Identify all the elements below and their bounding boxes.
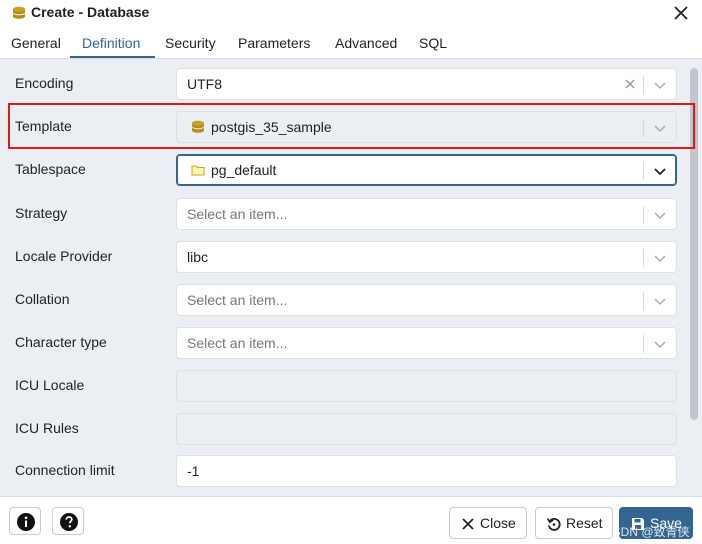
help-icon — [60, 513, 78, 531]
character-type-select[interactable]: Select an item... — [176, 327, 677, 359]
encoding-row: Encoding UTF8 — [0, 61, 690, 104]
locale-provider-label: Locale Provider — [15, 248, 113, 264]
dialog-footer: Close Reset Save — [0, 496, 702, 544]
select-separator — [643, 292, 644, 310]
chevron-down-icon[interactable] — [653, 251, 667, 265]
connection-limit-label: Connection limit — [15, 462, 115, 478]
folder-icon — [191, 165, 205, 176]
chevron-down-icon[interactable] — [653, 294, 667, 308]
close-button-label: Close — [480, 515, 516, 531]
chevron-down-icon[interactable] — [653, 164, 667, 178]
save-icon — [632, 518, 644, 530]
clear-icon[interactable] — [624, 78, 636, 90]
locale-provider-value: libc — [187, 249, 209, 265]
tab-general[interactable]: General — [11, 35, 61, 51]
collation-row: Collation Select an item... — [0, 277, 690, 320]
tablespace-row: Tablespace pg_default — [0, 147, 690, 190]
strategy-row: Strategy Select an item... — [0, 191, 690, 234]
select-separator — [643, 206, 644, 224]
database-icon — [192, 120, 204, 133]
database-icon — [13, 6, 25, 19]
encoding-value: UTF8 — [187, 76, 222, 92]
tab-definition[interactable]: Definition — [82, 35, 140, 51]
definition-panel: Encoding UTF8 Template postgis_35_sample — [0, 59, 690, 496]
tab-bar: General Definition Security Parameters A… — [0, 26, 702, 59]
save-button-label: Save — [650, 515, 682, 531]
close-button[interactable]: Close — [449, 507, 527, 539]
dialog-title: Create - Database — [31, 4, 150, 20]
select-separator — [643, 119, 644, 137]
encoding-select[interactable]: UTF8 — [176, 68, 677, 100]
icu-locale-label: ICU Locale — [15, 377, 85, 393]
strategy-select[interactable]: Select an item... — [176, 198, 677, 230]
icu-locale-input[interactable] — [176, 370, 677, 402]
strategy-placeholder: Select an item... — [187, 206, 288, 222]
character-type-placeholder: Select an item... — [187, 335, 288, 351]
reset-button[interactable]: Reset — [535, 507, 613, 539]
close-icon — [462, 518, 474, 530]
tab-security[interactable]: Security — [165, 35, 216, 51]
chevron-down-icon[interactable] — [653, 78, 667, 92]
collation-placeholder: Select an item... — [187, 292, 288, 308]
connection-limit-input[interactable]: -1 — [176, 455, 677, 487]
encoding-label: Encoding — [15, 75, 74, 91]
icu-rules-label: ICU Rules — [15, 420, 79, 436]
select-separator — [643, 76, 644, 94]
chevron-down-icon[interactable] — [653, 337, 667, 351]
reset-button-label: Reset — [566, 515, 603, 531]
strategy-label: Strategy — [15, 205, 68, 221]
template-row: Template postgis_35_sample — [0, 104, 690, 147]
icu-locale-row: ICU Locale — [0, 363, 690, 406]
tablespace-label: Tablespace — [15, 161, 86, 177]
icu-rules-row: ICU Rules — [0, 406, 690, 449]
locale-provider-select[interactable]: libc — [176, 241, 677, 273]
tablespace-value: pg_default — [211, 162, 277, 178]
select-separator — [643, 335, 644, 353]
info-icon — [17, 513, 35, 531]
tab-sql[interactable]: SQL — [419, 35, 447, 51]
select-separator — [643, 249, 644, 267]
help-button[interactable] — [52, 507, 84, 535]
character-type-label: Character type — [15, 334, 107, 350]
dialog-titlebar: Create - Database — [0, 0, 702, 26]
info-button[interactable] — [9, 507, 41, 535]
reset-icon — [546, 517, 561, 531]
tab-advanced[interactable]: Advanced — [335, 35, 397, 51]
active-tab-indicator — [70, 56, 155, 58]
chevron-down-icon[interactable] — [653, 121, 667, 135]
template-select[interactable]: postgis_35_sample — [176, 111, 677, 143]
tab-parameters[interactable]: Parameters — [238, 35, 310, 51]
close-icon[interactable] — [672, 4, 690, 22]
tablespace-select[interactable]: pg_default — [176, 154, 677, 186]
locale-provider-row: Locale Provider libc — [0, 234, 690, 277]
template-value: postgis_35_sample — [211, 119, 332, 135]
template-label: Template — [15, 118, 72, 134]
save-button[interactable]: Save — [619, 507, 693, 539]
chevron-down-icon[interactable] — [653, 208, 667, 222]
icu-rules-input[interactable] — [176, 413, 677, 445]
collation-select[interactable]: Select an item... — [176, 284, 677, 316]
connection-limit-row: Connection limit -1 — [0, 448, 690, 491]
select-separator — [643, 162, 644, 180]
scrollbar-thumb[interactable] — [690, 68, 698, 420]
collation-label: Collation — [15, 291, 70, 307]
character-type-row: Character type Select an item... — [0, 320, 690, 363]
connection-limit-value: -1 — [187, 463, 200, 479]
